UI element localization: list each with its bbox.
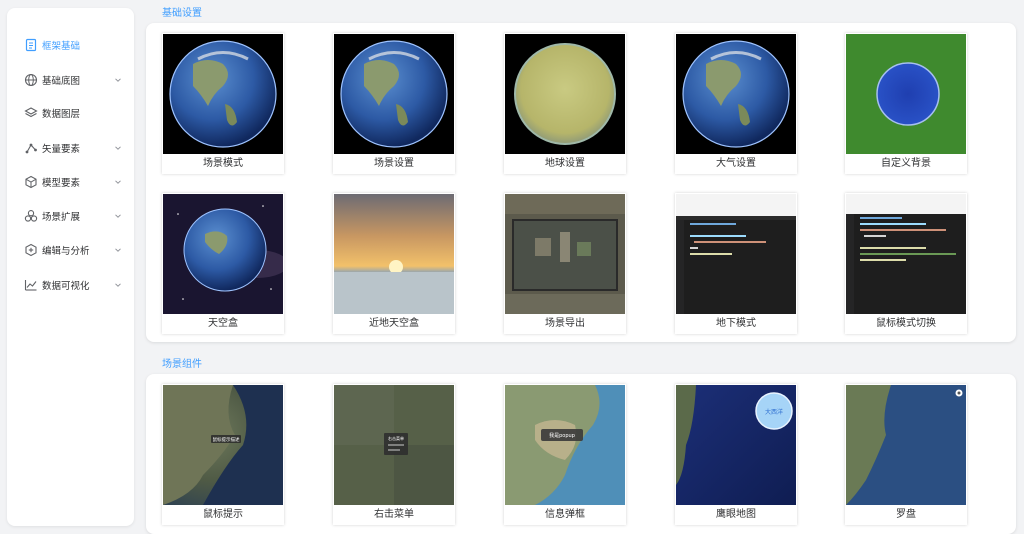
sidebar-item-label: 数据可视化 — [42, 281, 90, 292]
card-label: 场景设置 — [374, 158, 414, 169]
thumbnail-image — [676, 34, 796, 154]
scene-extend-icon — [24, 209, 38, 223]
thumbnail-image: 大西洋 — [676, 385, 796, 505]
sidebar-item-scene-extend[interactable]: 场景扩展 — [7, 205, 134, 227]
chevron-down-icon — [113, 245, 123, 255]
layers-icon — [24, 106, 38, 120]
card-label: 近地天空盒 — [369, 318, 419, 329]
sidebar-item-model-features[interactable]: 模型要素 — [7, 171, 134, 193]
document-icon — [24, 38, 38, 52]
card-label: 右击菜单 — [374, 509, 414, 520]
card-label: 自定义背景 — [881, 158, 931, 169]
card-label: 地球设置 — [545, 158, 585, 169]
sidebar-item-data-visualization[interactable]: 数据可视化 — [7, 274, 134, 296]
globe-icon — [24, 73, 38, 87]
card-label: 鼠标提示 — [203, 509, 243, 520]
sidebar-item-label: 矢量要素 — [42, 144, 81, 155]
card-label: 地下模式 — [716, 318, 756, 329]
card-atmosphere-settings[interactable]: 大气设置 — [675, 33, 797, 174]
thumbnail-image — [846, 34, 966, 154]
thumbnail-image — [505, 194, 625, 314]
thumbnail-image — [846, 194, 966, 314]
sidebar-item-label: 编辑与分析 — [42, 246, 90, 257]
popup-text: 我是popup — [549, 432, 575, 439]
card-mouse-tooltip[interactable]: 鼠标提示描述 鼠标提示 — [162, 384, 284, 525]
sidebar-item-label: 框架基础 — [42, 41, 81, 52]
thumbnail-image: 我是popup — [505, 385, 625, 505]
card-scene-export[interactable]: 场景导出 — [504, 193, 626, 334]
scene-components-panel: 鼠标提示描述 鼠标提示 右击菜单 右击菜单 我是popup 信息弹框 大西洋 鹰… — [146, 374, 1016, 534]
chevron-down-icon — [113, 280, 123, 290]
section-title-scene-components: 场景组件 — [162, 359, 202, 370]
sidebar: 框架基础 基础底图 数据图层 矢量要素 模型要素 场景扩展 编辑与分析 数据可视… — [7, 8, 134, 526]
thumbnail-image — [163, 34, 283, 154]
card-near-ground-skybox[interactable]: 近地天空盒 — [333, 193, 455, 334]
card-mouse-mode-switch[interactable]: 鼠标模式切换 — [845, 193, 967, 334]
chevron-down-icon — [113, 211, 123, 221]
basic-settings-panel: 场景模式 场景设置 地球设置 大气设置 自定义背景 天空盒 近地天空盒 场景导出… — [146, 23, 1016, 342]
thumbnail-image — [846, 385, 966, 505]
card-label: 场景模式 — [203, 158, 243, 169]
card-right-click-menu[interactable]: 右击菜单 右击菜单 — [333, 384, 455, 525]
sidebar-item-base-map[interactable]: 基础底图 — [7, 69, 134, 91]
sidebar-item-label: 基础底图 — [42, 76, 81, 87]
card-skybox[interactable]: 天空盒 — [162, 193, 284, 334]
vector-icon — [24, 141, 38, 155]
chevron-down-icon — [113, 177, 123, 187]
card-label: 鹰眼地图 — [716, 509, 756, 520]
thumbnail-image — [334, 34, 454, 154]
cube-icon — [24, 175, 38, 189]
section-title-basic-settings: 基础设置 — [162, 8, 202, 19]
card-globe-settings[interactable]: 地球设置 — [504, 33, 626, 174]
card-label: 场景导出 — [545, 318, 585, 329]
sidebar-item-label: 模型要素 — [42, 178, 81, 189]
chart-icon — [24, 278, 38, 292]
sidebar-item-vector-features[interactable]: 矢量要素 — [7, 137, 134, 159]
sidebar-item-label: 数据图层 — [42, 109, 81, 120]
card-scene-mode[interactable]: 场景模式 — [162, 33, 284, 174]
context-menu-text: 右击菜单 — [388, 435, 404, 441]
chevron-down-icon — [113, 75, 123, 85]
edit-analysis-icon — [24, 243, 38, 257]
thumbnail-image — [334, 194, 454, 314]
sidebar-item-label: 场景扩展 — [42, 212, 81, 223]
overview-map-label: 大西洋 — [765, 408, 783, 416]
sidebar-item-data-layers[interactable]: 数据图层 — [7, 102, 134, 124]
card-underground-mode[interactable]: 地下模式 — [675, 193, 797, 334]
card-scene-settings[interactable]: 场景设置 — [333, 33, 455, 174]
card-custom-background[interactable]: 自定义背景 — [845, 33, 967, 174]
tooltip-text: 鼠标提示描述 — [213, 436, 240, 443]
thumbnail-image — [163, 194, 283, 314]
thumbnail-image — [505, 34, 625, 154]
sidebar-item-edit-analysis[interactable]: 编辑与分析 — [7, 239, 134, 261]
card-label: 天空盒 — [208, 318, 238, 329]
thumbnail-image: 鼠标提示描述 — [163, 385, 283, 505]
card-label: 信息弹框 — [545, 509, 585, 520]
card-compass[interactable]: 罗盘 — [845, 384, 967, 525]
thumbnail-image: 右击菜单 — [334, 385, 454, 505]
thumbnail-image — [676, 194, 796, 314]
sidebar-item-framework-basics[interactable]: 框架基础 — [7, 34, 134, 56]
card-label: 大气设置 — [716, 158, 756, 169]
chevron-down-icon — [113, 143, 123, 153]
card-overview-map[interactable]: 大西洋 鹰眼地图 — [675, 384, 797, 525]
card-info-popup[interactable]: 我是popup 信息弹框 — [504, 384, 626, 525]
card-label: 罗盘 — [896, 509, 916, 520]
card-label: 鼠标模式切换 — [876, 318, 936, 329]
